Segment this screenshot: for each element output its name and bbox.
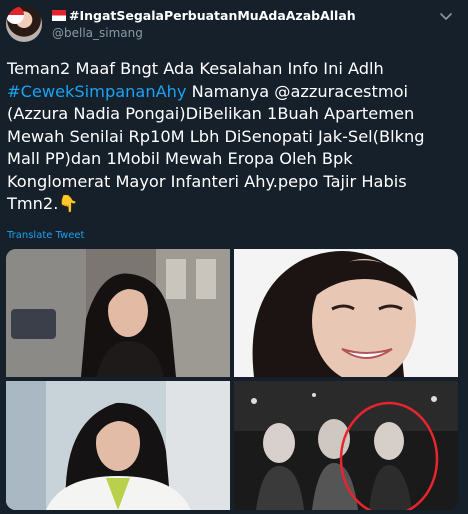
photo-white-jacket-portrait	[6, 381, 230, 510]
indonesia-flag-icon	[6, 6, 24, 24]
photo-closeup-portrait	[234, 249, 458, 377]
tweet-header: #IngatSegalaPerbuatanMuAdaAzabAllah @bel…	[0, 0, 468, 52]
photo-4[interactable]	[234, 381, 458, 510]
photo-1[interactable]	[6, 249, 230, 377]
tweet-text: Teman2 Maaf Bngt Ada Kesalahan Info Ini …	[7, 58, 457, 216]
indonesia-flag-icon	[52, 10, 66, 21]
photo-2[interactable]	[234, 249, 458, 377]
photo-group-bw	[234, 381, 458, 510]
media-grid	[6, 249, 458, 510]
chevron-down-icon[interactable]	[438, 8, 454, 24]
tweet-text-part: Teman2 Maaf Bngt Ada Kesalahan Info Ini …	[7, 59, 384, 78]
user-handle[interactable]: @bella_simang	[52, 26, 143, 40]
translate-tweet-link[interactable]: Translate Tweet	[7, 230, 84, 241]
avatar[interactable]	[6, 6, 42, 42]
author-name-row[interactable]: #IngatSegalaPerbuatanMuAdaAzabAllah	[52, 8, 356, 23]
display-name[interactable]: #IngatSegalaPerbuatanMuAdaAzabAllah	[69, 8, 356, 23]
hashtag-link[interactable]: #CewekSimpananAhy	[7, 82, 187, 101]
photo-3[interactable]	[6, 381, 230, 510]
pointing-down-emoji: 👇	[58, 194, 79, 213]
photo-street-portrait	[6, 249, 230, 377]
